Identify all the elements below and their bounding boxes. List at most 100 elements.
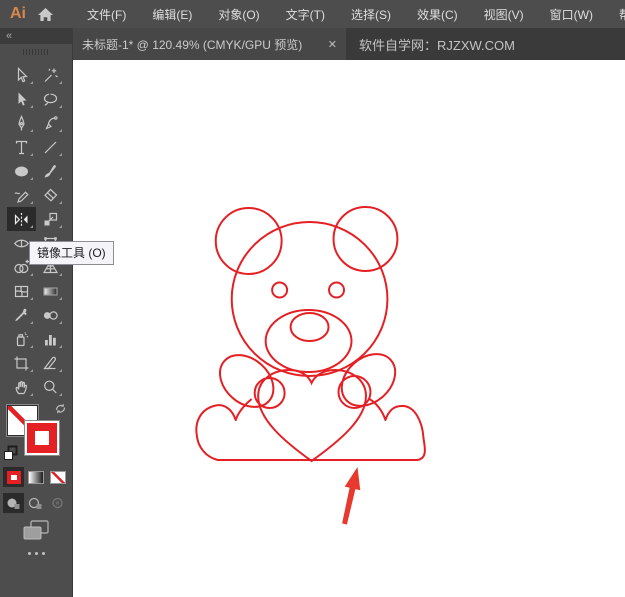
toolbar-collapse-button[interactable]: «: [6, 31, 12, 42]
edit-toolbar-button[interactable]: [0, 552, 72, 555]
toolbar-grip-strip: [0, 44, 73, 60]
swap-fill-stroke-button[interactable]: [54, 402, 67, 420]
eyedropper-icon: [15, 308, 27, 321]
main-area: [0, 60, 625, 597]
scale-tool[interactable]: [36, 207, 65, 231]
draw-normal-mode[interactable]: [3, 493, 24, 513]
pen-tool[interactable]: [7, 111, 36, 135]
column-graph-icon: [45, 334, 56, 345]
direct-selection-tool[interactable]: [7, 87, 36, 111]
gradient-button[interactable]: [25, 467, 46, 487]
line-icon: [44, 141, 57, 153]
color-button[interactable]: [3, 467, 24, 487]
toolbar-grip-handle[interactable]: [22, 49, 50, 55]
symbol-sprayer-icon: [16, 331, 29, 346]
zoom-tool[interactable]: [36, 375, 65, 399]
tool-tooltip: 镜像工具 (O): [29, 241, 114, 265]
none-swatch-icon: [49, 470, 66, 484]
change-screen-mode-button[interactable]: [0, 519, 72, 541]
symbol-sprayer-tool[interactable]: [7, 327, 36, 351]
document-tab[interactable]: 未标题-1* @ 120.49% (CMYK/GPU 预览) ✕: [73, 28, 346, 60]
shape-builder-icon: [14, 259, 29, 273]
default-swatches-icon: [4, 445, 18, 460]
bear-body-feet: [195, 398, 426, 461]
bear-left-ear: [214, 207, 283, 275]
color-type-buttons: [3, 467, 68, 487]
selection-tool[interactable]: [7, 63, 36, 87]
menu-file[interactable]: 文件(F): [74, 6, 139, 23]
drawing-mode-buttons: [3, 493, 68, 513]
magic-wand-tool[interactable]: [36, 63, 65, 87]
menu-select[interactable]: 选择(S): [338, 6, 404, 23]
selection-arrow-icon: [17, 66, 28, 82]
blend-icon: [43, 310, 58, 320]
paintbrush-tool[interactable]: [36, 159, 65, 183]
none-button[interactable]: [47, 467, 68, 487]
stroke-ring: [27, 423, 57, 453]
draw-inside-icon: [52, 497, 63, 509]
reflect-mirror-icon: [14, 212, 28, 226]
app-logo: Ai: [10, 5, 26, 22]
bear-left-eye: [271, 281, 289, 299]
annotation-arrow: [342, 467, 361, 525]
menu-object[interactable]: 对象(O): [205, 6, 272, 23]
line-segment-tool[interactable]: [36, 135, 65, 159]
eyedropper-tool[interactable]: [7, 303, 36, 327]
menu-view[interactable]: 视图(V): [471, 6, 537, 23]
direct-select-arrow-icon: [18, 92, 27, 106]
gradient-tool[interactable]: [36, 279, 65, 303]
menu-type[interactable]: 文字(T): [273, 6, 338, 23]
toolbar-header: «: [0, 28, 73, 60]
gradient-swatch-icon: [27, 470, 44, 484]
artboard-canvas[interactable]: [73, 60, 625, 597]
eraser-tool[interactable]: [36, 183, 65, 207]
menu-edit[interactable]: 编辑(E): [139, 6, 205, 23]
screen-mode-icon: [23, 520, 49, 540]
reflect-tool[interactable]: [7, 207, 36, 231]
default-fill-stroke-button[interactable]: [3, 445, 19, 466]
lasso-icon: [43, 93, 58, 106]
tab-close-icon[interactable]: ✕: [320, 38, 337, 51]
menu-window[interactable]: 窗口(W): [537, 6, 606, 23]
mesh-tool[interactable]: [7, 279, 36, 303]
scale-icon: [44, 212, 58, 225]
lasso-tool[interactable]: [36, 87, 65, 111]
curvature-tool[interactable]: [36, 111, 65, 135]
bear-right-ear: [332, 206, 399, 272]
main-menu: 文件(F) 编辑(E) 对象(O) 文字(T) 选择(S) 效果(C) 视图(V…: [74, 6, 625, 23]
slice-knife-icon: [43, 356, 57, 369]
curvature-pen-icon: [45, 115, 58, 130]
hand-tool[interactable]: [7, 375, 36, 399]
blend-tool[interactable]: [36, 303, 65, 327]
hand-icon: [15, 380, 28, 394]
draw-inside-mode[interactable]: [47, 493, 68, 513]
bear-nose: [289, 312, 330, 342]
menu-effect[interactable]: 效果(C): [404, 6, 471, 23]
bear-drawing: [195, 206, 426, 525]
column-graph-tool[interactable]: [36, 327, 65, 351]
menu-help[interactable]: 帮助(H): [606, 6, 625, 23]
home-button[interactable]: [35, 7, 62, 22]
shaper-pencil-icon: [14, 190, 29, 203]
type-tool[interactable]: [7, 135, 36, 159]
promo-text: 软件自学网：RJZXW.COM: [359, 37, 515, 53]
ellipse-icon: [15, 166, 28, 176]
stroke-color-swatch-red[interactable]: [24, 420, 60, 456]
solid-color-icon: [6, 470, 21, 484]
ellipse-tool[interactable]: [7, 159, 36, 183]
pen-icon: [18, 114, 25, 130]
paintbrush-icon: [44, 164, 56, 177]
width-icon: [14, 239, 29, 247]
draw-behind-icon: [28, 497, 42, 509]
artboard-tool[interactable]: [7, 351, 36, 375]
tools-grid: [0, 63, 72, 399]
slice-tool[interactable]: [36, 351, 65, 375]
bear-heart: [257, 368, 367, 463]
draw-behind-mode[interactable]: [25, 493, 46, 513]
shaper-tool[interactable]: [7, 183, 36, 207]
toolbar-collapse-strip: «: [0, 28, 73, 44]
swap-arrows-icon: [55, 403, 66, 414]
artboard-icon: [14, 356, 29, 370]
type-icon: [15, 140, 28, 154]
mesh-icon: [14, 285, 29, 297]
